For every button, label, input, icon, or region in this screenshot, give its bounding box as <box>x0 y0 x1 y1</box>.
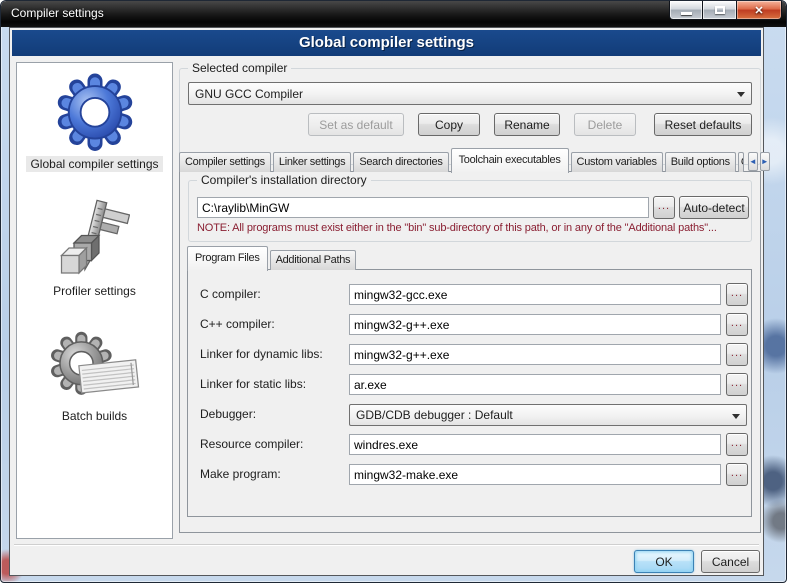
page-title: Global compiler settings <box>12 30 761 56</box>
footer-divider <box>14 544 759 546</box>
selected-compiler-legend: Selected compiler <box>188 61 291 75</box>
tab-scroll-right-button[interactable]: ► <box>760 152 770 171</box>
blue-gear-icon <box>55 71 135 151</box>
compiler-tabs: Compiler settings Linker settings Search… <box>179 147 761 172</box>
tab-search-directories[interactable]: Search directories <box>353 152 448 172</box>
static-linker-label: Linker for static libs: <box>200 377 346 391</box>
sidebar-item-label: Global compiler settings <box>26 156 162 172</box>
reset-defaults-button[interactable]: Reset defaults <box>654 113 752 136</box>
copy-button[interactable]: Copy <box>418 113 480 136</box>
minimize-button[interactable] <box>669 1 703 20</box>
delete-button[interactable]: Delete <box>574 113 636 136</box>
tab-program-files[interactable]: Program Files <box>187 246 268 271</box>
dynamic-linker-label: Linker for dynamic libs: <box>200 347 346 361</box>
caption-buttons: ✕ <box>669 1 782 20</box>
cpp-compiler-label: C++ compiler: <box>200 317 346 331</box>
window-title: Compiler settings <box>11 1 104 26</box>
program-files-panel: C compiler: ... C++ compiler: ... Linker… <box>187 269 752 517</box>
ok-button[interactable]: OK <box>634 550 694 573</box>
debugger-select-value: GDB/CDB debugger : Default <box>356 408 513 422</box>
arrow-left-icon: ◄ <box>749 158 757 166</box>
rename-button[interactable]: Rename <box>494 113 560 136</box>
sidebar-item-label: Batch builds <box>58 408 131 424</box>
gray-gear-papers-icon <box>49 331 141 403</box>
form-row-cpp-compiler: C++ compiler: ... <box>188 314 751 338</box>
make-program-label: Make program: <box>200 467 346 481</box>
tab-additional-paths[interactable]: Additional Paths <box>270 250 357 270</box>
installation-directory-legend: Compiler's installation directory <box>197 173 371 187</box>
compiler-settings-window: Compiler settings ✕ Global compiler sett… <box>0 0 787 583</box>
static-linker-input[interactable] <box>349 374 721 395</box>
sidebar-item-batch-builds[interactable]: Batch builds <box>49 331 141 424</box>
sidebar-item-global-compiler-settings[interactable]: Global compiler settings <box>26 71 162 172</box>
tab-compiler-settings[interactable]: Compiler settings <box>179 152 271 172</box>
chevron-down-icon <box>732 414 740 423</box>
sidebar-item-profiler-settings[interactable]: Profiler settings <box>49 198 140 299</box>
compiler-actions: Set as default Copy Rename Delete Reset … <box>308 113 752 136</box>
cancel-button[interactable]: Cancel <box>701 550 760 573</box>
maximize-icon <box>715 6 725 14</box>
tab-linker-settings[interactable]: Linker settings <box>273 152 351 172</box>
resource-compiler-browse-button[interactable]: ... <box>726 433 748 456</box>
form-row-c-compiler: C compiler: ... <box>188 284 751 308</box>
dialog-body: Global compiler settings <box>9 27 764 576</box>
compiler-select-value: GNU GCC Compiler <box>195 87 303 101</box>
chevron-down-icon <box>737 92 745 101</box>
settings-category-list: Global compiler settings <box>16 62 173 539</box>
arrow-right-icon: ► <box>761 158 769 166</box>
bin-subdirectory-note: NOTE: All programs must exist either in … <box>197 222 747 234</box>
close-icon: ✕ <box>754 4 763 17</box>
tab-scroll-left-button[interactable]: ◄ <box>748 152 758 171</box>
toolchain-panel: Compiler's installation directory ... Au… <box>179 171 761 533</box>
resource-compiler-input[interactable] <box>349 434 721 455</box>
form-row-make-program: Make program: ... <box>188 464 751 488</box>
caliper-icon <box>58 198 130 278</box>
make-program-browse-button[interactable]: ... <box>726 463 748 486</box>
form-row-debugger: Debugger: GDB/CDB debugger : Default <box>188 404 751 428</box>
resource-compiler-label: Resource compiler: <box>200 437 346 451</box>
sidebar-item-label: Profiler settings <box>49 283 140 299</box>
program-tabs: Program Files Additional Paths <box>187 247 358 270</box>
c-compiler-input[interactable] <box>349 284 721 305</box>
debugger-label: Debugger: <box>200 407 346 421</box>
tab-other-settings-clipped[interactable]: Other settings <box>738 152 744 172</box>
form-row-dynamic-linker: Linker for dynamic libs: ... <box>188 344 751 368</box>
tab-build-options[interactable]: Build options <box>665 152 736 172</box>
set-as-default-button[interactable]: Set as default <box>308 113 404 136</box>
auto-detect-button[interactable]: Auto-detect <box>679 196 749 219</box>
make-program-input[interactable] <box>349 464 721 485</box>
dynamic-linker-input[interactable] <box>349 344 721 365</box>
installation-directory-browse-button[interactable]: ... <box>653 196 675 219</box>
form-row-static-linker: Linker for static libs: ... <box>188 374 751 398</box>
compiler-select[interactable]: GNU GCC Compiler <box>188 82 752 105</box>
dynamic-linker-browse-button[interactable]: ... <box>726 343 748 366</box>
tab-toolchain-executables[interactable]: Toolchain executables <box>451 148 569 173</box>
c-compiler-browse-button[interactable]: ... <box>726 283 748 306</box>
c-compiler-label: C compiler: <box>200 287 346 301</box>
debugger-select[interactable]: GDB/CDB debugger : Default <box>349 404 747 426</box>
form-row-resource-compiler: Resource compiler: ... <box>188 434 751 458</box>
maximize-button[interactable] <box>703 1 737 20</box>
minimize-icon <box>681 12 692 15</box>
static-linker-browse-button[interactable]: ... <box>726 373 748 396</box>
tab-custom-variables[interactable]: Custom variables <box>571 152 663 172</box>
cpp-compiler-browse-button[interactable]: ... <box>726 313 748 336</box>
installation-directory-input[interactable] <box>197 197 649 218</box>
installation-directory-group: Compiler's installation directory ... Au… <box>188 180 752 242</box>
cpp-compiler-input[interactable] <box>349 314 721 335</box>
close-button[interactable]: ✕ <box>737 1 782 20</box>
